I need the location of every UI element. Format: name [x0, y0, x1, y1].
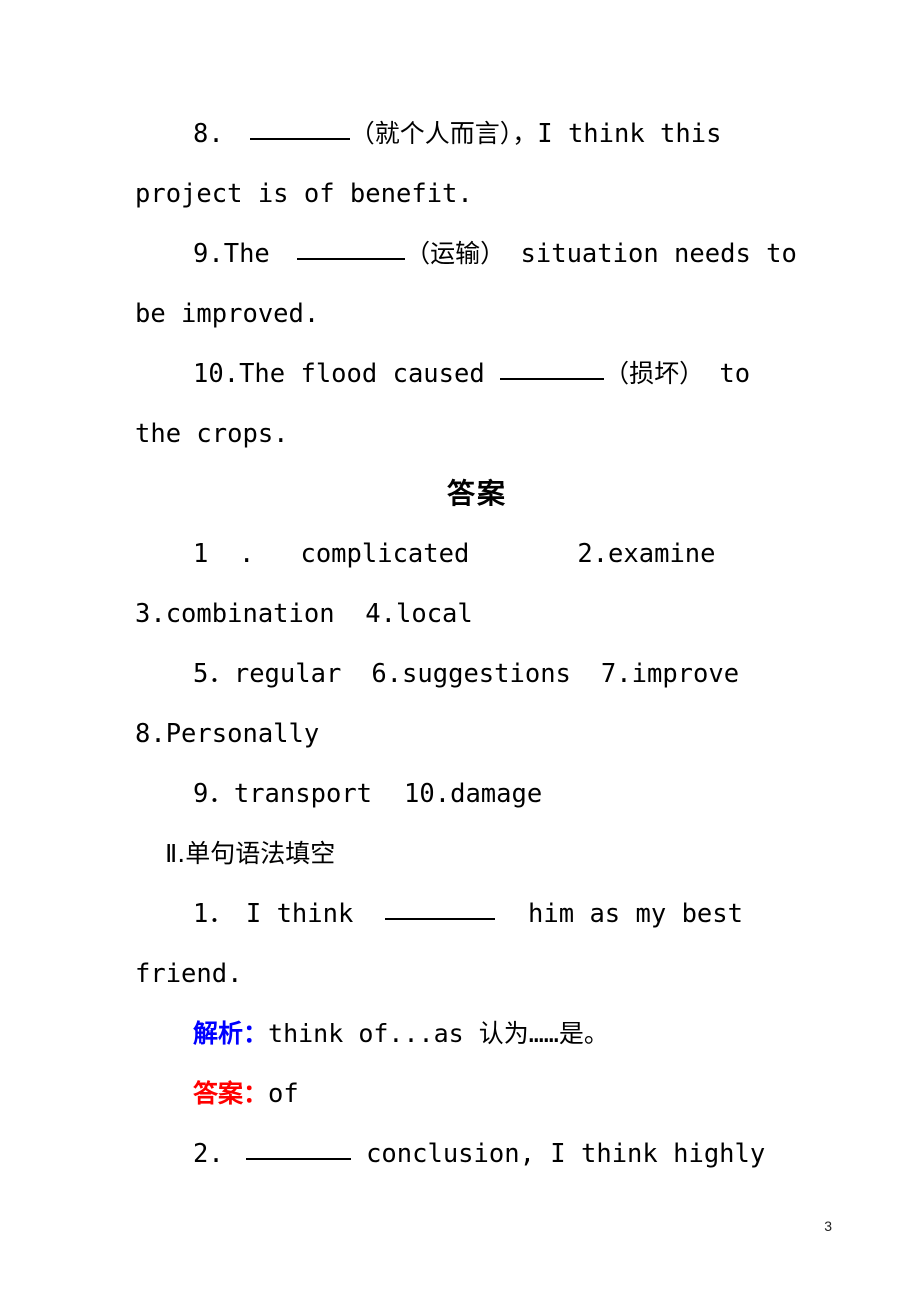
exercise-item-8-line-2: project is of benefit.: [135, 179, 473, 209]
section-2-heading: Ⅱ.单句语法填空: [165, 839, 336, 868]
analysis-label: 解析：: [193, 1019, 269, 1048]
answer-5: 5．regular: [193, 659, 342, 689]
item-8-number: 8.: [193, 119, 224, 149]
grammar-item-2-text-after: conclusion, I think highly: [350, 1139, 766, 1169]
answer-text: of: [268, 1079, 299, 1109]
item-9-text-before: The: [223, 239, 286, 269]
item-10-number: 10.: [193, 359, 240, 389]
exercise-item-10-line-1: 10.The flood caused （损坏） to: [135, 344, 819, 404]
answers-line-3: 5．regular 6.suggestions 7.improve: [135, 644, 819, 704]
item-8-blank[interactable]: [249, 119, 350, 140]
grammar-item-2-blank[interactable]: [245, 1139, 351, 1160]
item-9-number: 9.: [193, 239, 224, 269]
answer-7: 7.improve: [600, 659, 740, 689]
grammar-item-2-number: 2.: [193, 1139, 224, 1169]
answer-9: 9．transport: [193, 779, 373, 809]
item-10-text-after: to: [704, 359, 751, 389]
answer-label: 答案：: [193, 1079, 269, 1108]
answer-2: 2.examine: [577, 539, 716, 569]
grammar-item-1-blank[interactable]: [384, 899, 495, 920]
page-content: 8. （就个人而言），I think this project is of ben…: [135, 104, 819, 1184]
item-9-text-after: situation needs to: [505, 239, 797, 269]
answers-heading: 答案: [446, 477, 507, 510]
page-number: 3: [824, 1218, 832, 1234]
grammar-item-1-text-before: I think: [245, 899, 369, 929]
answers-line-2: 3.combination 4.local: [135, 599, 473, 629]
answer-6: 6.suggestions: [371, 659, 571, 689]
document-page: 8. （就个人而言），I think this project is of ben…: [0, 0, 920, 1302]
item-9-hint: （运输）: [405, 239, 506, 268]
answer-1: 1 . complicated: [193, 539, 470, 569]
exercise-item-9-line-1: 9.The （运输） situation needs to: [135, 224, 819, 284]
answers-line-4: 8.Personally: [135, 719, 320, 749]
analysis-text: think of...as 认为……是。: [268, 1019, 609, 1048]
item-8-text-after: I think this: [537, 119, 722, 149]
grammar-item-1-line-1: 1． I think him as my best: [135, 884, 819, 944]
grammar-item-1-analysis: 解析：think of...as 认为……是。: [135, 1004, 819, 1064]
grammar-item-1-answer: 答案：of: [135, 1064, 819, 1124]
grammar-item-1-line-2: friend.: [135, 959, 243, 989]
exercise-item-10-line-2: the crops.: [135, 419, 289, 449]
exercise-item-8-line-1: 8. （就个人而言），I think this: [135, 104, 819, 164]
item-9-blank[interactable]: [297, 239, 406, 260]
exercise-item-9-line-2: be improved.: [135, 299, 320, 329]
grammar-item-1-number: 1．: [193, 899, 234, 929]
item-10-hint: （损坏）: [604, 359, 705, 388]
item-10-blank[interactable]: [500, 359, 605, 380]
grammar-item-2-line-1: 2. conclusion, I think highly: [135, 1124, 819, 1184]
answers-line-5: 9．transport 10.damage: [135, 764, 819, 824]
grammar-item-1-text-after: him as my best: [512, 899, 743, 929]
item-10-text-before: The flood caused: [239, 359, 501, 389]
answers-line-1: 1 . complicated 2.examine: [135, 524, 819, 584]
answer-10: 10.damage: [404, 779, 543, 809]
item-8-hint: （就个人而言），: [349, 119, 538, 148]
